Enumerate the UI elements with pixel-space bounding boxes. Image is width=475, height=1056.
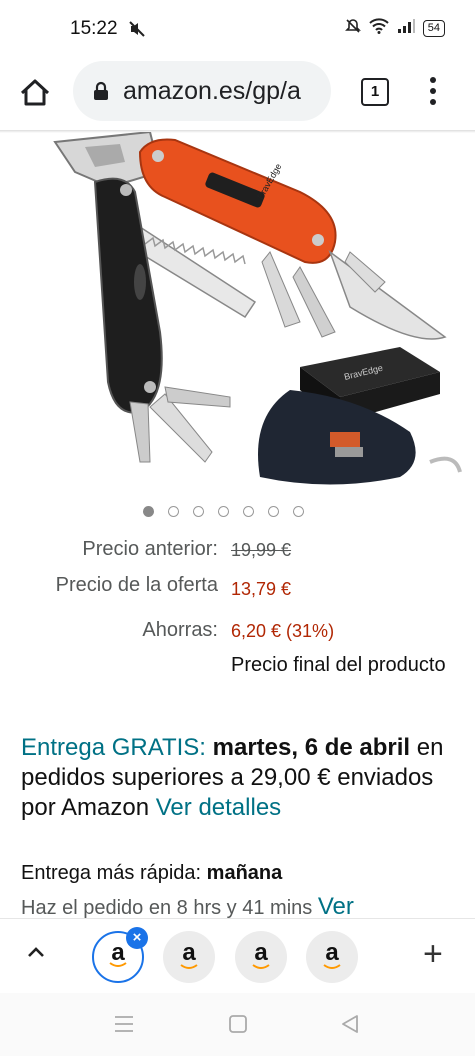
delivery-date: martes, 6 de abril <box>212 734 411 761</box>
signal-icon <box>397 18 415 39</box>
overflow-menu-button[interactable] <box>425 74 441 110</box>
delivery-info: Entrega GRATIS: martes, 6 de abril en pe… <box>21 733 461 823</box>
home-nav-icon[interactable] <box>228 1014 248 1034</box>
amazon-icon: a <box>325 939 339 966</box>
product-image[interactable]: BravEdge BravEdge <box>0 132 475 492</box>
tab-amazon[interactable]: a <box>306 931 358 983</box>
back-icon[interactable] <box>340 1014 360 1034</box>
fastest-delivery: Entrega más rápida: mañana <box>21 862 282 885</box>
status-bar: 15:22 54 <box>0 0 475 58</box>
battery-icon: 54 <box>422 20 445 37</box>
tab-switcher-button[interactable]: 1 <box>361 78 389 106</box>
carousel-dot[interactable] <box>293 506 304 517</box>
chevron-up-icon <box>28 947 44 957</box>
system-navigation-bar <box>0 993 475 1056</box>
new-tab-button[interactable]: + <box>423 935 443 974</box>
order-deadline-link[interactable]: Ver <box>318 893 354 920</box>
alarm-off-icon <box>344 18 361 39</box>
recents-icon[interactable] <box>114 1015 134 1033</box>
order-deadline-text: Haz el pedido en 8 hrs y 41 mins <box>21 897 318 919</box>
offer-price-label: Precio de la oferta <box>55 574 218 596</box>
tab-strip: a × a a a + <box>0 918 475 994</box>
previous-price-label: Precio anterior: <box>82 538 218 560</box>
previous-price: 19,99 € <box>231 540 292 560</box>
carousel-dot[interactable] <box>243 506 254 517</box>
amazon-icon: a <box>182 939 196 966</box>
savings-label: Ahorras: <box>142 619 218 641</box>
address-bar[interactable]: amazon.es/gp/a <box>73 61 331 121</box>
fastest-delivery-value: mañana <box>206 862 283 884</box>
offer-price: 13,79 € <box>231 579 292 599</box>
wifi-icon <box>369 18 389 39</box>
carousel-dot[interactable] <box>168 506 179 517</box>
expand-tabs-button[interactable] <box>24 941 48 965</box>
tab-amazon[interactable]: a <box>235 931 287 983</box>
carousel-dot[interactable] <box>268 506 279 517</box>
mute-icon <box>128 20 146 43</box>
fastest-delivery-label: Entrega más rápida: <box>21 862 207 884</box>
home-button[interactable] <box>18 76 52 110</box>
home-icon <box>20 79 50 106</box>
browser-toolbar: amazon.es/gp/a 1 <box>0 58 475 130</box>
carousel-dot[interactable] <box>193 506 204 517</box>
image-carousel-indicator[interactable] <box>143 506 304 517</box>
lock-icon <box>94 81 108 100</box>
close-tab-icon[interactable]: × <box>126 927 148 949</box>
url-text: amazon.es/gp/a <box>123 76 301 105</box>
free-delivery-label: Entrega GRATIS: <box>21 734 206 761</box>
amazon-icon: a <box>254 939 268 966</box>
order-deadline: Haz el pedido en 8 hrs y 41 mins Ver <box>21 893 354 921</box>
final-price-note: Precio final del producto <box>231 654 446 676</box>
carousel-dot[interactable] <box>218 506 229 517</box>
delivery-details-link[interactable]: Ver detalles <box>156 794 281 821</box>
tab-amazon[interactable]: a <box>163 931 215 983</box>
status-time: 15:22 <box>70 18 118 39</box>
carousel-dot[interactable] <box>143 506 154 517</box>
tab-amazon-active[interactable]: a × <box>92 927 148 983</box>
savings-value: 6,20 € (31%) <box>231 621 335 641</box>
